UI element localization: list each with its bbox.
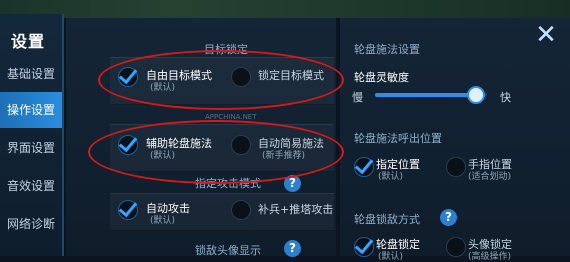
nav-network-diagnosis[interactable]: 网络诊断 [0,206,62,242]
wheel-lock-checkbox[interactable] [354,237,374,257]
finger-position-sub: (适合划动) [468,172,512,182]
sensitivity-fast-label: 快 [500,91,511,104]
call-position-header: 轮盘施法呼出位置 [354,132,442,145]
settings-title: 设置 [11,32,46,51]
farm-push-checkbox[interactable] [231,200,251,220]
wheel-settings-header: 轮盘施法设置 [354,43,420,56]
specified-position-checkbox[interactable] [354,157,374,177]
sensitivity-slider-fill [375,93,476,97]
lock-mode-header: 轮盘锁敌方式 [354,213,420,226]
sensitivity-slider-handle[interactable] [466,86,485,104]
lock-mode-question-icon[interactable]: ? [440,209,457,226]
annotation-circle-target-lock [98,50,344,110]
auto-attack-checkbox[interactable] [118,200,138,220]
avatar-lock-checkbox[interactable] [446,237,466,257]
nav-interface-settings[interactable]: 界面设置 [0,130,62,166]
annotation-circle-wheel-cast [88,120,344,184]
specified-position-sub: (默认) [378,172,404,182]
close-x-icon[interactable]: ✕ [532,22,560,48]
game-background-strip [0,0,570,18]
sensitivity-label: 轮盘灵敏度 [354,71,409,84]
nav-basic-settings[interactable]: 基础设置 [0,56,62,92]
nav-operation-settings[interactable]: 操作设置 [0,92,62,128]
enemy-avatar-question-icon[interactable]: ? [284,240,301,257]
nav-sound-settings[interactable]: 音效设置 [0,168,62,204]
sensitivity-slider[interactable] [375,86,487,104]
farm-push-label: 补兵+推塔攻击 [258,203,334,216]
sensitivity-slow-label: 慢 [352,91,363,104]
auto-attack-sub: (默认) [150,216,176,226]
finger-position-checkbox[interactable] [446,157,466,177]
